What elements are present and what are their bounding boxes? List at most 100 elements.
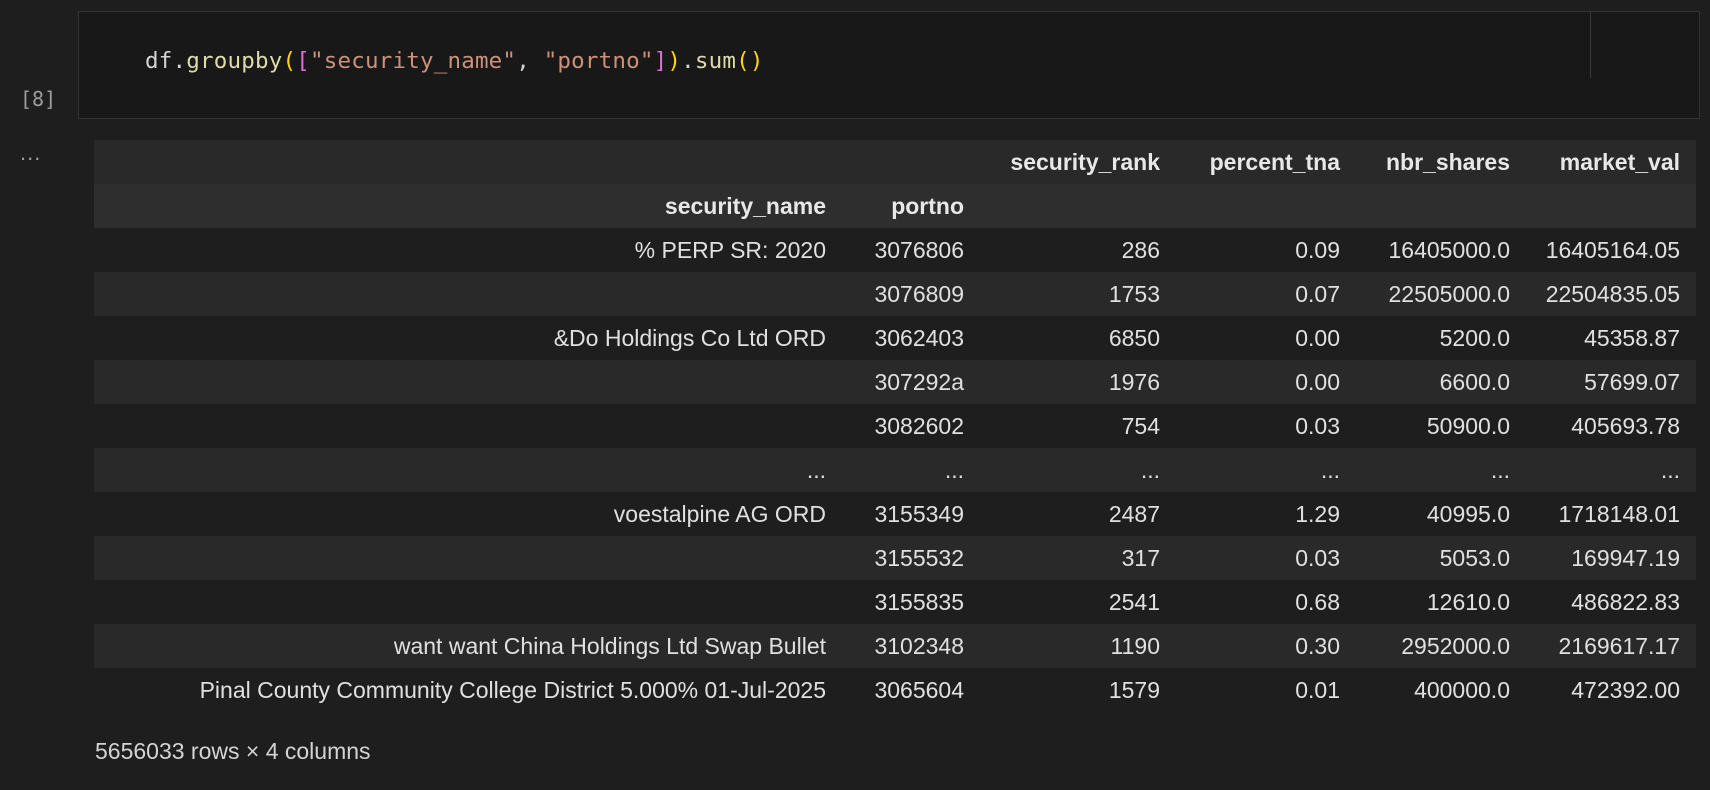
table-cell: ... <box>1140 456 1160 483</box>
dataframe-output: security_rank percent_tna nbr_shares mar… <box>94 140 1696 712</box>
index-portno: ... <box>944 456 964 483</box>
header-blank <box>94 140 842 184</box>
table-cell: 22504835.05 <box>1545 280 1680 307</box>
header-blank <box>1176 184 1356 228</box>
table-cell: 1718148.01 <box>1558 500 1680 527</box>
index-security-name: Pinal County Community College District … <box>199 676 826 703</box>
index-security-name: ... <box>806 456 826 483</box>
table-cell: 286 <box>1121 236 1160 263</box>
table-row: voestalpine AG ORD 3155349 2487 1.29 40995.0… <box>94 492 1696 536</box>
table-cell: 1190 <box>1110 632 1160 659</box>
table-cell: 45358.87 <box>1584 324 1680 351</box>
table-cell: 40995.0 <box>1426 500 1510 527</box>
index-portno: 3065604 <box>874 676 964 703</box>
index-security-name: voestalpine AG ORD <box>613 500 826 527</box>
code-token: ) <box>667 48 682 74</box>
table-cell: 5200.0 <box>1439 324 1510 351</box>
table-row: % PERP SR: 2020 3076806 286 0.09 16405000.0 1… <box>94 228 1696 272</box>
table-row: 3155532 317 0.03 5053.0 169947.19 <box>94 536 1696 580</box>
index-security-name <box>94 580 842 624</box>
table-row: 3082602 754 0.03 50900.0 405693.78 <box>94 404 1696 448</box>
table-cell: 22505000.0 <box>1388 280 1510 307</box>
table-cell: 0.03 <box>1295 544 1340 571</box>
table-cell: 0.03 <box>1295 412 1340 439</box>
table-cell: 317 <box>1121 544 1160 571</box>
index-portno: 3102348 <box>874 632 964 659</box>
code-token: [ <box>296 48 310 74</box>
table-row: 3155835 2541 0.68 12610.0 486822.83 <box>94 580 1696 624</box>
index-portno: 3155532 <box>874 544 964 571</box>
table-cell: 6600.0 <box>1439 368 1510 395</box>
code-token: "security_name" <box>309 48 517 74</box>
index-portno: 307292a <box>874 368 964 395</box>
table-cell: 0.01 <box>1295 676 1340 703</box>
table-cell: 2952000.0 <box>1401 632 1510 659</box>
table-cell: 472392.00 <box>1571 676 1680 703</box>
dataframe-shape: 5656033 rows × 4 columns <box>95 738 371 764</box>
table-cell: 2541 <box>1108 588 1160 615</box>
header-blank <box>980 184 1176 228</box>
index-security-name: &Do Holdings Co Ltd ORD <box>553 324 826 351</box>
table-cell: ... <box>1660 456 1680 483</box>
table-row: Pinal County Community College District … <box>94 668 1696 712</box>
index-security-name <box>94 404 842 448</box>
table-row: 3076809 1753 0.07 22505000.0 22504835.05 <box>94 272 1696 316</box>
index-name: portno <box>891 192 964 219</box>
index-portno: 3155835 <box>874 588 964 615</box>
code-line[interactable]: df.groupby(["security_name", "portno"]).… <box>145 48 764 74</box>
code-cell-input[interactable]: df.groupby(["security_name", "portno"]).… <box>78 11 1700 119</box>
index-name-row: security_name portno <box>94 184 1696 228</box>
code-token: sum <box>694 48 737 74</box>
table-cell: 2487 <box>1108 500 1160 527</box>
table-cell: 486822.83 <box>1571 588 1680 615</box>
table-cell: 169947.19 <box>1571 544 1680 571</box>
table-cell: 1976 <box>1108 368 1160 395</box>
table-cell: 0.09 <box>1295 236 1340 263</box>
table-cell: 0.30 <box>1295 632 1340 659</box>
cell-divider <box>1590 12 1591 78</box>
index-portno: 3062403 <box>874 324 964 351</box>
table-cell: 57699.07 <box>1584 368 1680 395</box>
table-cell: 0.07 <box>1295 280 1340 307</box>
table-cell: 405693.78 <box>1571 412 1680 439</box>
code-token: ] <box>653 48 668 74</box>
column-header: security_rank <box>1010 148 1160 175</box>
column-header: percent_tna <box>1209 148 1340 175</box>
index-portno: 3076806 <box>874 236 964 263</box>
header-blank <box>1356 184 1526 228</box>
code-token: , <box>516 48 544 74</box>
table-cell: 0.68 <box>1295 588 1340 615</box>
table-cell: 16405164.05 <box>1545 236 1680 263</box>
code-token: ( <box>282 48 297 74</box>
table-row: &Do Holdings Co Ltd ORD 3062403 6850 0.00 52… <box>94 316 1696 360</box>
table-cell: 2169617.17 <box>1558 632 1680 659</box>
index-portno: 3155349 <box>874 500 964 527</box>
table-cell: 1.29 <box>1295 500 1340 527</box>
table-row: .................. <box>94 448 1696 492</box>
table-cell: 5053.0 <box>1439 544 1510 571</box>
code-token: () <box>736 48 764 74</box>
table-cell: 0.00 <box>1295 324 1340 351</box>
index-name: security_name <box>664 192 826 219</box>
column-header-row: security_rank percent_tna nbr_shares mar… <box>94 140 1696 184</box>
index-security-name <box>94 536 842 580</box>
table-cell: ... <box>1490 456 1510 483</box>
table-cell: 1579 <box>1108 676 1160 703</box>
output-menu-button[interactable]: ... <box>20 140 41 166</box>
table-cell: 400000.0 <box>1414 676 1510 703</box>
notebook: [8] df.groupby(["security_name", "portno… <box>0 0 1710 790</box>
code-token: groupby <box>186 48 283 74</box>
table-row: want want China Holdings Ltd Swap Bullet… <box>94 624 1696 668</box>
code-token: "portno" <box>543 48 654 74</box>
execution-count: [8] <box>20 87 57 111</box>
table-row: 307292a 1976 0.00 6600.0 57699.07 <box>94 360 1696 404</box>
table-cell: ... <box>1320 456 1340 483</box>
index-portno: 3076809 <box>874 280 964 307</box>
table-cell: 12610.0 <box>1426 588 1510 615</box>
index-security-name <box>94 272 842 316</box>
table-cell: 50900.0 <box>1426 412 1510 439</box>
column-header: market_val <box>1559 148 1680 175</box>
index-security-name: want want China Holdings Ltd Swap Bullet <box>393 632 826 659</box>
table-cell: 1753 <box>1108 280 1160 307</box>
table-cell: 0.00 <box>1295 368 1340 395</box>
